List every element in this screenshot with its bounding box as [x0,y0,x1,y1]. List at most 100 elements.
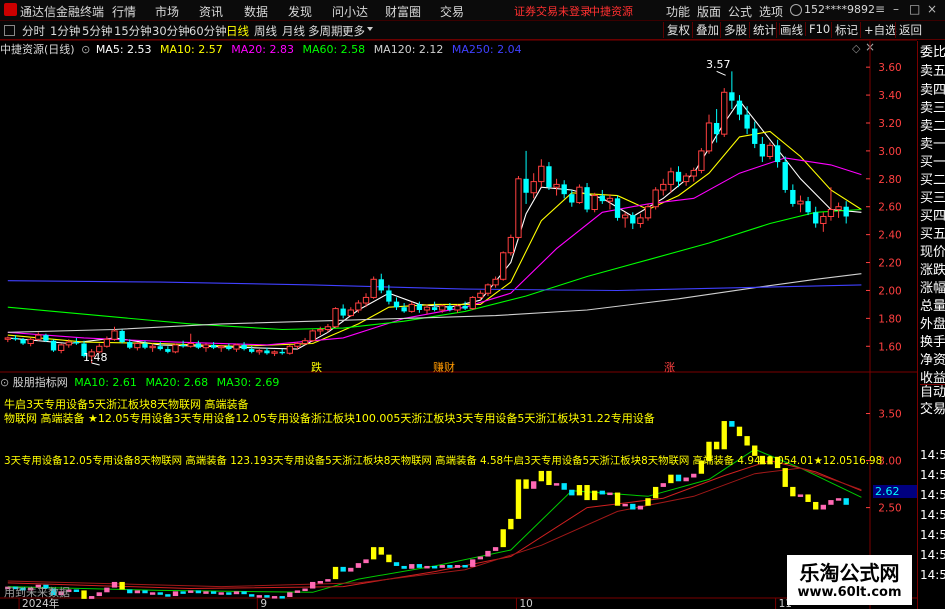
indicator-block [119,581,125,590]
candle-down [569,194,575,203]
candle-up [621,214,629,219]
candle-up [256,349,263,353]
candle-down [805,201,811,213]
indicator-block [279,596,285,599]
candle-down [241,344,247,350]
indicator-block [622,503,628,507]
candle-down [50,340,57,351]
label-sell5: 卖五 [920,64,945,79]
candle-up [682,175,690,183]
label-outer-volume: 外盘 [920,317,945,332]
indicator-block [531,481,537,489]
indicator-text-line-3: 3天专用设备12.05专用设备8天物联网 高端装备 123.193天专用设备5天… [4,455,882,467]
indicator-block [188,590,194,593]
indicator-block [134,590,141,594]
indicator-block [302,588,308,592]
indicator-block [645,498,651,506]
indicator-block [660,483,666,487]
time-entry-6: 14:56 [920,548,945,562]
candle-up [439,305,446,311]
chart-canvas[interactable]: 1.60 1.80 2.00 2.20 2.40 2.60 2.80 3.00 3.20 3.40… [0,0,917,609]
candle-down [759,143,766,157]
label-net-assets: 净资 [920,353,945,368]
label-auto[interactable]: 自动 [920,384,945,400]
candle-down [127,342,133,348]
price-tick-label: 2.20 [878,258,901,270]
price-tick-label: 1.80 [878,313,901,325]
indicator-block [470,559,476,567]
indicator-block [713,441,720,450]
candle-up [233,344,240,350]
candle-down [43,335,49,341]
label-commission-ratio: 委比 [920,45,945,60]
ma-line-ma5 [7,99,862,350]
candle-up [408,303,415,312]
indicator-block [599,490,605,495]
candle-down [12,337,19,340]
price-tick-label: 2.00 [878,285,901,297]
indicator-block [561,483,567,490]
indicator-block [729,421,735,427]
indicator-block [241,591,247,595]
candle-up [35,334,42,340]
candle-up [149,345,156,349]
indicator-block [401,565,407,569]
candle-down [378,279,384,291]
indicator-block [820,504,826,510]
time-entry-4: 14:56 [920,508,945,522]
indicator-block [172,591,179,597]
high-price-label: 3.57 [706,58,731,71]
indicator-block [393,562,400,566]
candle-down [843,206,849,217]
indicator-block [835,498,842,501]
label-volume: 总量 [920,299,945,314]
indicator-block [721,421,727,450]
candle-down [157,346,163,350]
indicator-block [165,594,171,597]
candle-up [301,340,309,344]
candle-up [355,302,362,311]
indicator-block [515,479,522,519]
indicator-block [500,529,506,548]
ma-line-ma10 [7,130,862,347]
indicator-block [370,547,377,560]
indicator-block [569,489,575,496]
indicator-block [233,591,240,595]
indicator-block [210,591,217,594]
candle-up [423,306,431,311]
indicator-block [149,592,156,595]
candle-up [286,345,293,354]
price-tick-label: 3.60 [878,62,901,74]
indicator-block [607,492,613,496]
price-tick-label: 1.60 [878,341,901,353]
indicator-block [630,503,636,510]
candle-up [4,337,11,340]
label-trade[interactable]: 交易 [920,402,945,417]
candle-down [729,92,735,101]
indicator-block [637,505,644,510]
indicator-block [668,474,674,484]
label-buy4: 买四 [920,209,945,224]
indicator-block [782,468,788,487]
indicator-block [675,474,682,482]
indicator-block [805,494,811,502]
close-icon[interactable]: × [927,2,937,16]
indicator-block [81,590,87,599]
candle-down [249,349,255,352]
indicator-block [317,581,323,584]
candle-down [447,305,453,310]
indicator-block [828,500,834,505]
label-buy1: 买一 [920,155,945,170]
candle-down [782,162,788,190]
candle-up [134,342,141,349]
candle-up [538,165,545,183]
candle-down [195,343,202,348]
candle-up [454,305,461,311]
candle-up [477,292,484,298]
ma-line-ma250 [7,280,862,292]
indicator-block [218,592,224,595]
indicator-tick-label: 2.50 [878,503,901,515]
indicator-block [127,589,133,594]
date-tick-label: 9 [260,598,267,609]
candle-up [218,345,225,349]
